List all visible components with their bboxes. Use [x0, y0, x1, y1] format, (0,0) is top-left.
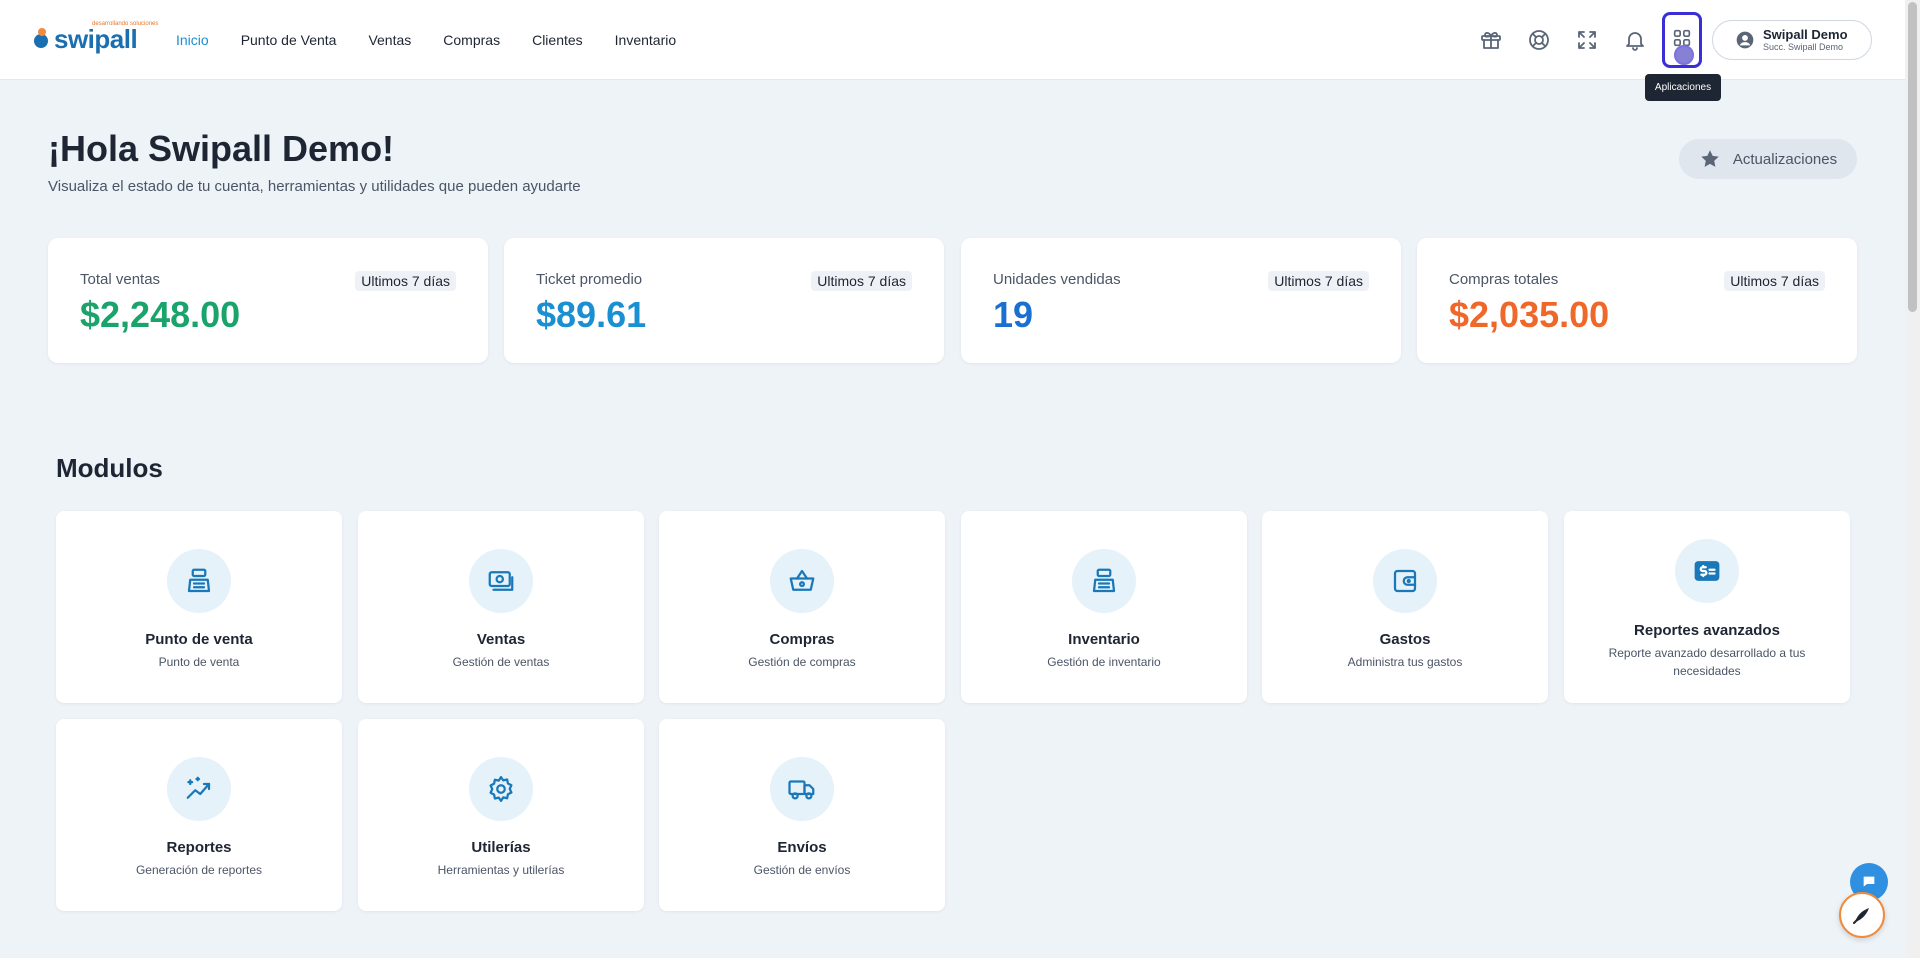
stat-value: $89.61 [536, 294, 647, 335]
gear-icon [469, 757, 533, 821]
module-name: Reportes [166, 839, 232, 856]
nav-punto-de-venta[interactable]: Punto de Venta [241, 32, 337, 48]
stat-card-ticket-promedio: Ticket promedio Ultimos 7 días $89.61 [504, 238, 944, 363]
module-description: Herramientas y utilerías [437, 863, 565, 877]
module-description: Generación de reportes [135, 863, 263, 877]
stat-value: 19 [993, 294, 1034, 335]
chat-bubble-icon [1863, 876, 1875, 887]
fullscreen-icon[interactable] [1571, 24, 1603, 56]
module-inventario[interactable]: Inventario Gestión de inventario [961, 511, 1247, 703]
stat-card-unidades-vendidas: Unidades vendidas Ultimos 7 días 19 [961, 238, 1401, 363]
wallet-icon [1373, 549, 1437, 613]
module-punto-de-venta[interactable]: Punto de venta Punto de venta [56, 511, 342, 703]
swipall-logo[interactable]: swipall [34, 23, 138, 54]
nav-compras[interactable]: Compras [443, 32, 500, 48]
main-nav: Inicio Punto de Venta Ventas Compras Cli… [176, 0, 676, 80]
page-subtitle: Visualiza el estado de tu cuenta, herram… [48, 178, 581, 195]
nav-clientes[interactable]: Clientes [532, 32, 583, 48]
module-name: Punto de venta [145, 631, 253, 648]
page-scrollbar[interactable] [1905, 0, 1920, 958]
module-description: Gestión de compras [748, 655, 856, 669]
chart-sparkle-icon [167, 757, 231, 821]
module-description: Punto de venta [158, 655, 240, 669]
stat-period-badge: Ultimos 7 días [1268, 271, 1369, 291]
stat-label: Unidades vendidas [993, 271, 1121, 288]
user-menu[interactable]: Swipall Demo Succ. Swipall Demo [1712, 20, 1872, 60]
nav-ventas[interactable]: Ventas [368, 32, 411, 48]
cash-register-icon [167, 549, 231, 613]
money-icon [469, 549, 533, 613]
swipall-assistant-button[interactable] [1839, 892, 1885, 938]
stat-value: $2,035.00 [1449, 294, 1610, 335]
user-avatar-icon [1736, 31, 1754, 49]
stat-label: Compras totales [1449, 271, 1559, 288]
nav-inventario[interactable]: Inventario [615, 32, 676, 48]
module-description: Gestión de ventas [452, 655, 550, 669]
logo-tagline: desarrollando soluciones [92, 21, 159, 27]
apps-grid-button[interactable] [1662, 12, 1702, 68]
stat-period-badge: Ultimos 7 días [355, 271, 456, 291]
modules-title: Modulos [56, 453, 163, 483]
user-name: Swipall Demo [1763, 27, 1848, 42]
module-description: Reporte avanzado desarrollado a tus nece… [1608, 646, 1806, 678]
basket-icon [770, 549, 834, 613]
module-name: Reportes avanzados [1634, 622, 1780, 639]
module-name: Inventario [1068, 631, 1140, 648]
module-name: Envíos [777, 839, 827, 856]
module-gastos[interactable]: Gastos Administra tus gastos [1262, 511, 1548, 703]
module-name: Gastos [1379, 631, 1431, 648]
module-reportes-avanzados[interactable]: Reportes avanzados Reporte avanzado desa… [1564, 511, 1850, 703]
truck-icon [770, 757, 834, 821]
updates-button[interactable]: Actualizaciones [1679, 139, 1857, 179]
module-utilerias[interactable]: Utilerías Herramientas y utilerías [358, 719, 644, 911]
module-reportes[interactable]: Reportes Generación de reportes [56, 719, 342, 911]
dollar-report-icon [1675, 539, 1739, 603]
module-name: Utilerías [471, 839, 531, 856]
cash-register-icon [1072, 549, 1136, 613]
top-navbar: swipall desarrollando soluciones Inicio … [0, 0, 1905, 80]
logo-mark-icon [34, 28, 50, 50]
nav-inicio[interactable]: Inicio [176, 32, 209, 48]
module-description: Gestión de inventario [1047, 655, 1161, 669]
module-compras[interactable]: Compras Gestión de compras [659, 511, 945, 703]
logo-text: swipall [54, 23, 138, 54]
cursor-indicator [1674, 45, 1694, 65]
stat-period-badge: Ultimos 7 días [811, 271, 912, 291]
stat-value: $2,248.00 [80, 294, 241, 335]
star-icon [1701, 150, 1719, 167]
module-name: Compras [769, 631, 835, 648]
help-lifebuoy-icon[interactable] [1523, 24, 1555, 56]
page-title: ¡Hola Swipall Demo! [48, 128, 395, 169]
updates-label: Actualizaciones [1732, 150, 1838, 168]
stat-label: Total ventas [80, 271, 161, 288]
module-description: Administra tus gastos [1347, 655, 1463, 669]
scrollbar-thumb[interactable] [1908, 2, 1917, 312]
gift-icon[interactable] [1475, 24, 1507, 56]
apps-tooltip: Aplicaciones [1645, 74, 1721, 101]
stat-period-badge: Ultimos 7 días [1724, 271, 1825, 291]
module-ventas[interactable]: Ventas Gestión de ventas [358, 511, 644, 703]
stat-label: Ticket promedio [536, 271, 643, 288]
user-branch: Succ. Swipall Demo [1763, 42, 1844, 52]
stat-card-total-ventas: Total ventas Ultimos 7 días $2,248.00 [48, 238, 488, 363]
module-description: Gestión de envíos [753, 863, 851, 877]
module-name: Ventas [476, 631, 526, 648]
bell-icon[interactable] [1619, 24, 1651, 56]
rocket-icon [1853, 908, 1869, 924]
module-envios[interactable]: Envíos Gestión de envíos [659, 719, 945, 911]
stat-card-compras-totales: Compras totales Ultimos 7 días $2,035.00 [1417, 238, 1857, 363]
